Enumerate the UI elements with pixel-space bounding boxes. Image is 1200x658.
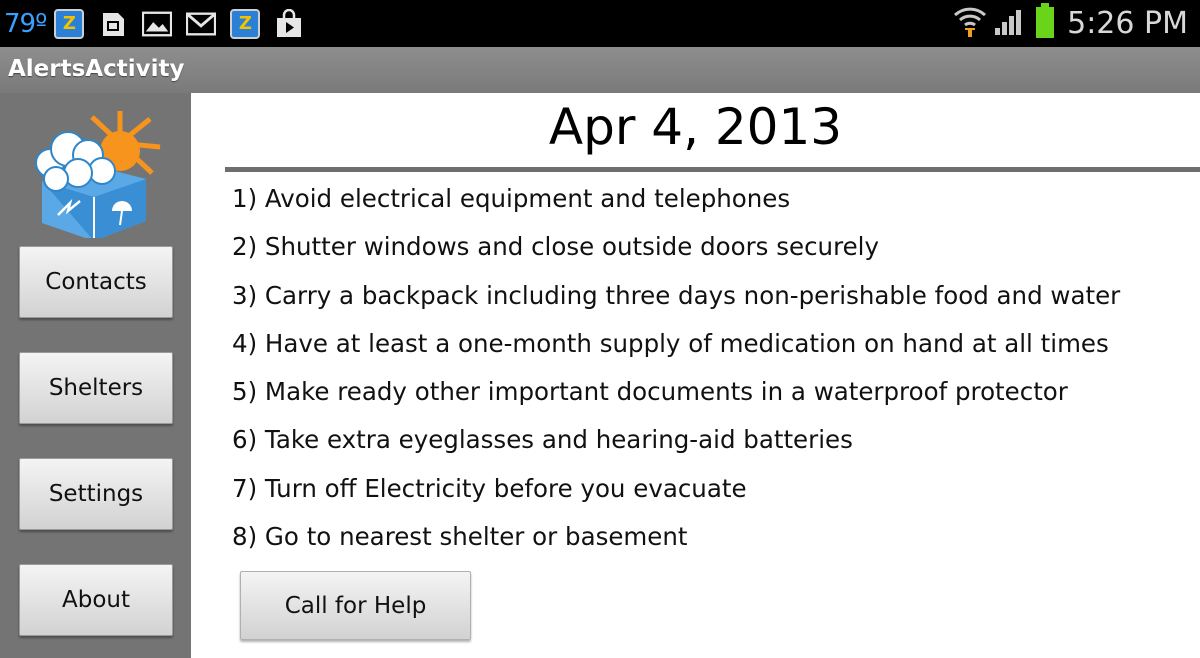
app-title: AlertsActivity xyxy=(8,56,185,82)
sd-card-icon xyxy=(98,9,128,39)
list-item: 7) Turn off Electricity before you evacu… xyxy=(232,473,747,503)
weather-box-logo xyxy=(28,103,168,241)
list-item: 4) Have at least a one-month supply of m… xyxy=(232,328,1109,358)
wifi-icon xyxy=(953,5,987,42)
z-app-icon: Z xyxy=(230,8,261,39)
status-bar-right: 5:26 PM xyxy=(953,0,1188,47)
list-item: 8) Go to nearest shelter or basement xyxy=(232,522,688,552)
action-bar: AlertsActivity xyxy=(0,47,1200,93)
call-for-help-button[interactable]: Call for Help xyxy=(240,571,471,640)
about-button[interactable]: About xyxy=(19,564,173,636)
status-bar-left: 79º Z Z xyxy=(0,0,318,47)
battery-icon xyxy=(1035,3,1055,44)
safety-tips-list: 1) Avoid electrical equipment and teleph… xyxy=(232,180,1120,566)
shopping-bag-icon xyxy=(274,8,304,39)
contacts-button[interactable]: Contacts xyxy=(19,246,173,318)
list-item: 5) Make ready other important documents … xyxy=(232,377,1068,407)
clock: 5:26 PM xyxy=(1067,6,1188,41)
settings-button[interactable]: Settings xyxy=(19,458,173,530)
sidebar: Contacts Shelters Settings About xyxy=(0,93,191,658)
signal-icon xyxy=(993,6,1027,41)
list-item: 1) Avoid electrical equipment and teleph… xyxy=(232,184,791,213)
temperature-readout: 79º xyxy=(4,8,47,39)
alert-date: Apr 4, 2013 xyxy=(548,98,843,156)
divider xyxy=(225,167,1200,172)
list-item: 6) Take extra eyeglasses and hearing-aid… xyxy=(232,425,853,455)
status-bar: 79º Z Z 5:26 PM xyxy=(0,0,1200,47)
gmail-icon xyxy=(186,9,217,39)
z-app-icon: Z xyxy=(54,8,85,39)
list-item: 2) Shutter windows and close outside doo… xyxy=(232,232,879,262)
image-icon xyxy=(142,9,173,39)
list-item: 3) Carry a backpack including three days… xyxy=(232,280,1121,310)
shelters-button[interactable]: Shelters xyxy=(19,352,173,424)
